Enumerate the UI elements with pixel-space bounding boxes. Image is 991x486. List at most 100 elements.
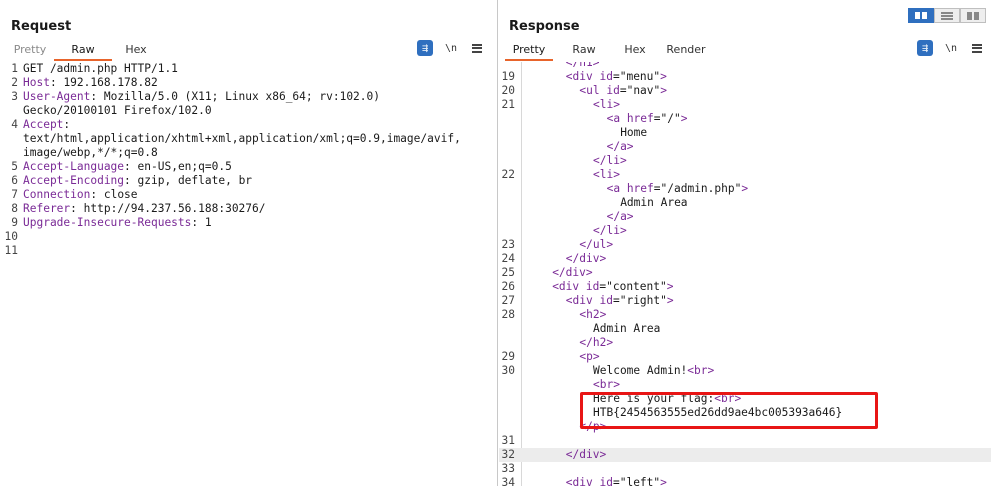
line-text: GET /admin.php HTTP/1.1 xyxy=(23,62,178,75)
tab-render[interactable]: Render xyxy=(655,42,717,61)
request-tools: ⇶ \n xyxy=(417,40,495,56)
line-number xyxy=(0,146,20,160)
code-line: </a> xyxy=(499,210,991,224)
code-line: image/webp,*/*;q=0.8 xyxy=(0,146,497,160)
token-tag: <div xyxy=(552,280,586,293)
wrap-lines-icon[interactable]: ⇶ xyxy=(917,40,933,56)
wrap-lines-icon[interactable]: ⇶ xyxy=(417,40,433,56)
line-number xyxy=(499,182,517,196)
code-line: 10 xyxy=(0,230,497,244)
newline-toggle[interactable]: \n xyxy=(443,40,459,56)
code-line: 31 xyxy=(499,434,991,448)
token-punc: =" xyxy=(612,294,627,307)
line-text: <h2> xyxy=(517,308,606,322)
line-number: 30 xyxy=(501,364,515,377)
split-horizontal-icon[interactable] xyxy=(908,8,934,23)
token-attr: href xyxy=(626,182,654,195)
line-text: <div id="left"> xyxy=(517,476,667,486)
line-text: HTB{2454563555ed26dd9ae4bc005393a646} xyxy=(517,406,842,420)
header-name: Referer xyxy=(23,202,71,215)
line-number: 26 xyxy=(501,280,515,293)
token-tag: </h2> xyxy=(579,336,614,349)
token-str: Home xyxy=(620,126,648,139)
request-editor[interactable]: 1 GET /admin.php HTTP/1.1 2 Host: 192.168.1… xyxy=(0,62,497,486)
line-text: image/webp,*/*;q=0.8 xyxy=(23,146,158,159)
token-str: Admin Area xyxy=(620,196,688,209)
request-title: Request xyxy=(11,19,72,34)
line-text: Gecko/20100101 Firefox/102.0 xyxy=(23,104,212,117)
response-editor[interactable]: </h1> 19 <div id="menu"> 20 <ul id="nav"> 21 <… xyxy=(499,62,991,486)
line-text: text/html,application/xhtml+xml,applicat… xyxy=(23,132,461,145)
line-number: 10 xyxy=(4,230,18,243)
line-number: 31 xyxy=(501,434,515,447)
code-line: Here is your flag:<br> xyxy=(499,392,991,406)
code-line: </a> xyxy=(499,140,991,154)
tab-hex[interactable]: Hex xyxy=(112,42,160,61)
header-value: 1 xyxy=(198,216,212,229)
token-tag: <div xyxy=(565,294,600,307)
header-name: Host xyxy=(23,76,50,89)
code-line: 5 Accept-Language: en-US,en;q=0.5 xyxy=(0,160,497,174)
menu-icon[interactable] xyxy=(469,40,485,56)
token-attr: href xyxy=(626,112,654,125)
token-attr: id xyxy=(599,476,613,486)
code-line: 32 </div> xyxy=(499,448,991,462)
token-tag: </p> xyxy=(579,420,607,433)
line-number: 6 xyxy=(11,174,18,187)
token-str: right xyxy=(626,294,661,307)
token-tag: <br> xyxy=(593,378,620,391)
token-tag: > xyxy=(660,84,668,97)
line-number: 2 xyxy=(11,76,18,89)
header-value: gzip, deflate, br xyxy=(130,174,253,187)
token-tag: <div xyxy=(565,70,600,83)
line-text: <div id="content"> xyxy=(517,280,673,294)
token-tag: </li> xyxy=(593,224,627,237)
line-text: </p> xyxy=(517,420,606,434)
tab-raw[interactable]: Raw xyxy=(553,42,615,61)
code-line: 30 Welcome Admin!<br> xyxy=(499,364,991,378)
code-line: 26 <div id="content"> xyxy=(499,280,991,294)
header-name: Accept-Language xyxy=(23,160,125,173)
line-number xyxy=(0,132,20,146)
tab-pretty[interactable]: Pretty xyxy=(6,42,54,61)
line-number: 7 xyxy=(11,188,18,201)
line-number: 22 xyxy=(501,168,515,181)
line-text: Accept-Encoding: gzip, deflate, br xyxy=(23,174,253,187)
tab-raw[interactable]: Raw xyxy=(54,42,112,61)
token-str: Here is your flag: xyxy=(593,392,715,405)
token-tag: </li> xyxy=(593,154,627,167)
line-number: 19 xyxy=(501,70,515,83)
code-line: <a href="/admin.php"> xyxy=(499,182,991,196)
token-attr: id xyxy=(599,70,613,83)
header-name: Connection xyxy=(23,188,91,201)
token-punc: " xyxy=(660,294,667,307)
code-line: text/html,application/xhtml+xml,applicat… xyxy=(0,132,497,146)
token-tag: <div xyxy=(565,476,600,486)
line-text: <li> xyxy=(517,168,620,182)
token-tag: <a xyxy=(606,182,627,195)
line-number xyxy=(499,378,517,392)
line-text: <ul id="nav"> xyxy=(517,84,667,98)
token-tag: > xyxy=(666,294,674,307)
token-tag: > xyxy=(741,182,749,195)
code-line: HTB{2454563555ed26dd9ae4bc005393a646} xyxy=(499,406,991,420)
line-text: <p> xyxy=(517,350,599,364)
line-number: 32 xyxy=(501,448,515,461)
tab-pretty[interactable]: Pretty xyxy=(505,42,553,61)
rows-icon[interactable] xyxy=(934,8,960,23)
tab-hex[interactable]: Hex xyxy=(615,42,655,61)
token-tag: > xyxy=(680,112,688,125)
token-attr: id xyxy=(585,280,600,293)
columns-icon[interactable] xyxy=(960,8,986,23)
request-pane: Request Pretty Raw Hex ⇶ \n 1 GET /admin.ph… xyxy=(0,0,498,486)
line-number: 5 xyxy=(11,160,18,173)
token-tag: <li> xyxy=(593,98,620,111)
line-text: </h1> xyxy=(517,62,600,70)
line-text: <li> xyxy=(517,98,620,112)
token-attr: id xyxy=(606,84,620,97)
token-tag: <br> xyxy=(714,392,742,405)
request-code: 1 GET /admin.php HTTP/1.1 2 Host: 192.168.1… xyxy=(0,62,497,258)
newline-toggle[interactable]: \n xyxy=(943,40,959,56)
menu-icon[interactable] xyxy=(969,40,985,56)
token-tag: </div> xyxy=(552,266,593,279)
